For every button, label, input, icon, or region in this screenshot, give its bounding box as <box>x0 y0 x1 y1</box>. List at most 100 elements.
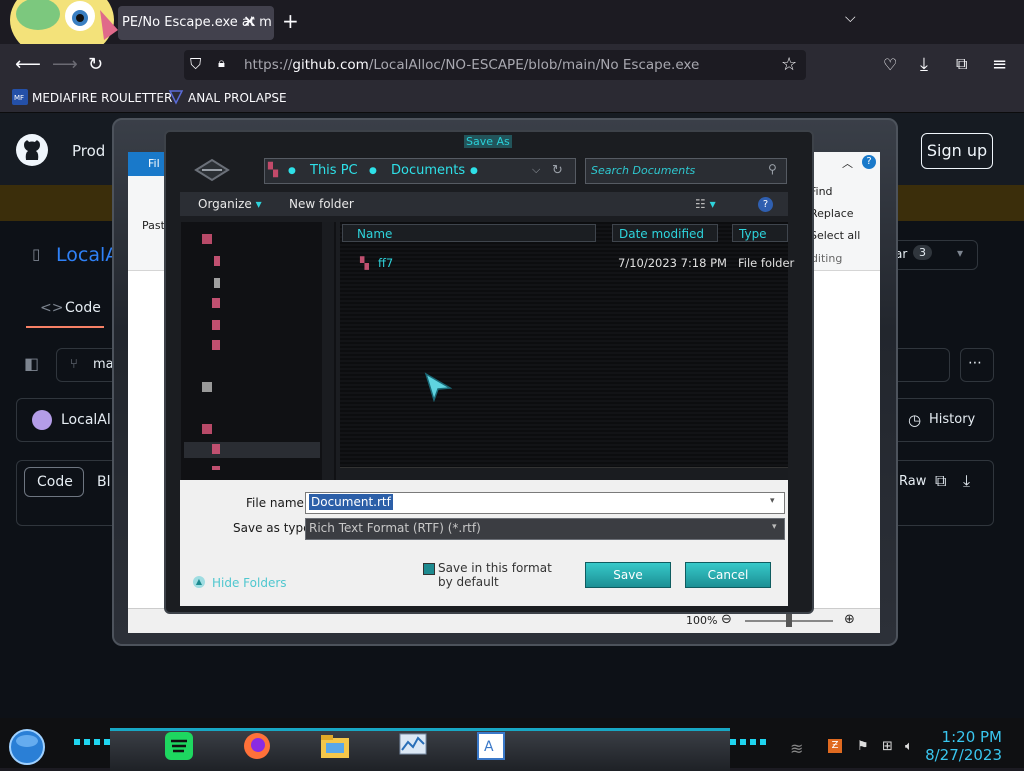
default-format-checkbox[interactable] <box>423 563 435 575</box>
close-tab-icon[interactable]: ✕ <box>243 12 256 31</box>
code-view-label: Code <box>37 474 73 490</box>
file-row-date: 7/10/2023 7:18 PM <box>618 256 727 270</box>
file-name-value[interactable]: Document.rtf <box>309 494 393 510</box>
zoom-in-icon[interactable]: ⊕ <box>844 612 855 627</box>
tab-list-chevron-icon[interactable]: ⌵ <box>845 10 856 26</box>
pocket-icon[interactable]: ♡ <box>883 55 897 74</box>
select-all-button[interactable]: Select all <box>810 229 860 242</box>
address-dropdown-chevron-icon[interactable]: ⌵ <box>532 163 540 177</box>
file-explorer-icon[interactable] <box>318 730 352 762</box>
spotify-icon[interactable] <box>162 730 196 762</box>
chevron-down-icon: ▾ <box>957 246 964 260</box>
breadcrumb-separator-icon: ● <box>470 166 478 176</box>
tab-code[interactable]: Code <box>65 300 101 316</box>
bookmark-anal-prolapse[interactable]: ANAL PROLAPSE <box>188 91 287 105</box>
svg-text:A: A <box>484 739 494 755</box>
repo-owner-link[interactable]: LocalA <box>56 244 118 266</box>
url-text[interactable]: https://github.com/LocalAlloc/NO-ESCAPE/… <box>244 57 699 73</box>
column-header-name[interactable]: Name <box>342 224 596 242</box>
kebab-icon: ⋯ <box>968 355 982 371</box>
mediafire-icon: MF <box>12 89 28 105</box>
nav-pane-scrollbar[interactable] <box>322 222 334 480</box>
forward-button[interactable]: ⟶ <box>52 54 78 75</box>
back-forward-nav-icon[interactable] <box>190 156 234 184</box>
blame-button[interactable]: Bl <box>97 474 111 490</box>
mouse-cursor-icon <box>424 372 452 402</box>
organize-button[interactable]: Organize ▾ <box>198 197 262 211</box>
product-nav[interactable]: Prod <box>72 142 105 160</box>
help-icon[interactable]: ? <box>758 197 773 212</box>
file-name-label: File name: <box>246 496 308 510</box>
firefox-icon[interactable] <box>240 730 274 762</box>
dialog-title: Save As <box>464 135 512 148</box>
nav-pane-folder-icons <box>202 234 220 470</box>
bookmark-star-icon[interactable]: ☆ <box>781 54 797 75</box>
network-icon[interactable]: ⊞ <box>882 739 893 754</box>
bookmark-mediafire[interactable]: MEDIAFIRE ROULETTER <box>32 91 172 105</box>
zoom-out-icon[interactable]: ⊖ <box>721 612 732 627</box>
wordpad-icon[interactable]: A <box>474 730 508 762</box>
svg-text:MF: MF <box>14 94 24 102</box>
breadcrumb-this-pc[interactable]: This PC <box>310 163 358 178</box>
folder-icon: ▚ <box>360 256 369 270</box>
action-center-flag-icon[interactable]: ⚑ <box>857 739 869 754</box>
sign-up-button[interactable]: Sign up <box>921 133 993 169</box>
refresh-icon[interactable]: ↻ <box>552 163 563 178</box>
downloads-icon[interactable]: ⤓ <box>920 54 928 75</box>
repo-icon: ▯ <box>32 245 41 263</box>
extensions-icon[interactable]: ⧉ <box>956 54 967 74</box>
save-button[interactable]: Save <box>585 562 671 588</box>
collapse-ribbon-icon[interactable]: ︿ <box>842 155 853 171</box>
start-button-orb-icon[interactable] <box>8 728 46 766</box>
file-row-name[interactable]: ff7 <box>378 256 393 270</box>
hide-folders-chevron-icon[interactable]: ▲ <box>193 576 205 588</box>
history-button[interactable]: History <box>929 412 975 427</box>
view-options-icon[interactable]: ☷ ▾ <box>695 197 716 211</box>
commit-author[interactable]: LocalAll <box>61 412 115 428</box>
sidebar-toggle-icon[interactable]: ◧ <box>24 354 39 373</box>
avatar[interactable] <box>32 410 52 430</box>
copy-icon[interactable]: ⧉ <box>935 471 946 491</box>
tray-overflow-icon[interactable]: ≋ <box>790 739 803 758</box>
system-clock[interactable]: 1:20 PM 8/27/2023 <box>925 728 1002 764</box>
help-icon[interactable]: ? <box>862 155 876 169</box>
more-options-button[interactable]: ⋯ <box>960 348 994 382</box>
history-icon: ◷ <box>908 411 922 429</box>
volume-icon[interactable]: 🔈︎ <box>905 739 913 754</box>
file-name-dropdown-icon[interactable]: ▾ <box>770 496 775 506</box>
code-view-button[interactable]: Code <box>24 467 84 497</box>
new-folder-button[interactable]: New folder <box>289 197 354 211</box>
clock-date: 8/27/2023 <box>925 746 1002 764</box>
reload-button[interactable]: ↻ <box>88 54 103 75</box>
github-logo-icon[interactable] <box>15 133 49 167</box>
branch-icon: ⑂ <box>70 357 78 372</box>
zoom-level: 100% <box>686 614 718 627</box>
hide-folders-button[interactable]: Hide Folders <box>212 576 287 590</box>
wordpad-file-tab[interactable]: Fil <box>128 152 168 176</box>
column-header-type[interactable]: Type <box>732 224 788 242</box>
lock-icon[interactable]: 🔒︎ <box>218 56 225 71</box>
breadcrumb-documents[interactable]: Documents <box>391 163 465 178</box>
download-icon[interactable]: ⤓ <box>963 471 970 491</box>
replace-button[interactable]: Replace <box>810 207 854 220</box>
code-icon: <> <box>40 300 64 316</box>
task-manager-icon[interactable] <box>396 730 430 762</box>
branch-name: ma <box>93 357 114 372</box>
file-row-type: File folder <box>738 256 795 270</box>
file-list-scrollbar[interactable] <box>340 467 788 480</box>
column-header-date-modified[interactable]: Date modified <box>612 224 718 242</box>
new-tab-button[interactable]: + <box>282 9 299 33</box>
back-button[interactable]: ⟵ <box>15 54 41 75</box>
tray-app-icon[interactable]: Ƶ <box>828 739 842 753</box>
menu-hamburger-icon[interactable]: ≡ <box>992 54 1007 75</box>
cancel-button[interactable]: Cancel <box>685 562 771 588</box>
raw-button[interactable]: Raw <box>899 474 926 489</box>
bookmark-icon <box>168 90 184 105</box>
paste-button[interactable]: Past <box>142 219 165 232</box>
zoom-slider-thumb[interactable] <box>786 613 792 627</box>
file-tab-label: Fil <box>148 157 160 170</box>
folder-icon: ▚ <box>268 163 278 178</box>
search-icon[interactable]: ⚲ <box>768 162 777 176</box>
save-as-type-dropdown-icon[interactable]: ▾ <box>772 522 777 532</box>
tracking-shield-icon[interactable]: ⛉ <box>190 55 201 73</box>
